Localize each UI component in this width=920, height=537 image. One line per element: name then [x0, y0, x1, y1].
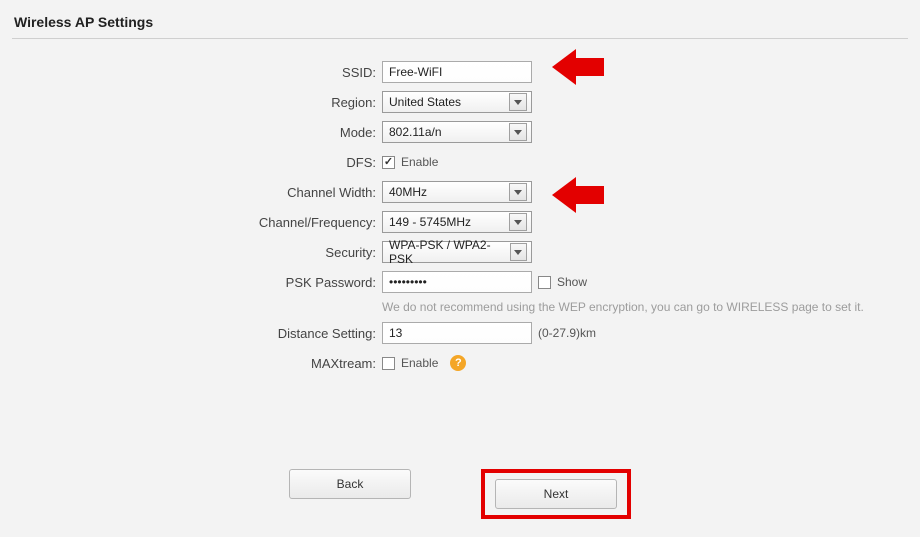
channel-width-select[interactable]: 40MHz [382, 181, 532, 203]
mode-select[interactable]: 802.11a/n [382, 121, 532, 143]
ssid-label: SSID: [12, 65, 382, 80]
dfs-label: DFS: [12, 155, 382, 170]
security-label: Security: [12, 245, 382, 260]
next-button[interactable]: Next [495, 479, 617, 509]
dfs-enable-text: Enable [401, 155, 438, 169]
mode-label: Mode: [12, 125, 382, 140]
distance-label: Distance Setting: [12, 326, 382, 341]
region-label: Region: [12, 95, 382, 110]
distance-range: (0-27.9)km [538, 326, 596, 340]
channel-width-label: Channel Width: [12, 185, 382, 200]
wep-notice: We do not recommend using the WEP encryp… [382, 300, 864, 314]
annotation-next-highlight: Next [481, 469, 631, 519]
channel-frequency-value: 149 - 5745MHz [389, 215, 471, 229]
chevron-down-icon [509, 93, 527, 111]
psk-password-label: PSK Password: [12, 275, 382, 290]
back-button[interactable]: Back [289, 469, 411, 499]
channel-frequency-select[interactable]: 149 - 5745MHz [382, 211, 532, 233]
settings-form: SSID: Region: United States Mode: 802.11… [12, 59, 908, 376]
chevron-down-icon [510, 243, 527, 261]
button-bar: Back Next [0, 469, 920, 519]
maxtream-checkbox[interactable] [382, 357, 395, 370]
ssid-input[interactable] [382, 61, 532, 83]
maxtream-enable-text: Enable [401, 356, 438, 370]
region-value: United States [389, 95, 461, 109]
security-select[interactable]: WPA-PSK / WPA2-PSK [382, 241, 532, 263]
channel-frequency-label: Channel/Frequency: [12, 215, 382, 230]
chevron-down-icon [509, 183, 527, 201]
help-icon[interactable]: ? [450, 355, 466, 371]
chevron-down-icon [509, 213, 527, 231]
channel-width-value: 40MHz [389, 185, 427, 199]
region-select[interactable]: United States [382, 91, 532, 113]
chevron-down-icon [509, 123, 527, 141]
show-password-checkbox[interactable] [538, 276, 551, 289]
psk-password-input[interactable] [382, 271, 532, 293]
dfs-checkbox[interactable] [382, 156, 395, 169]
maxtream-label: MAXtream: [12, 356, 382, 371]
security-value: WPA-PSK / WPA2-PSK [389, 238, 510, 266]
page-title: Wireless AP Settings [12, 10, 908, 39]
distance-input[interactable] [382, 322, 532, 344]
mode-value: 802.11a/n [389, 125, 442, 139]
show-password-label: Show [557, 275, 587, 289]
